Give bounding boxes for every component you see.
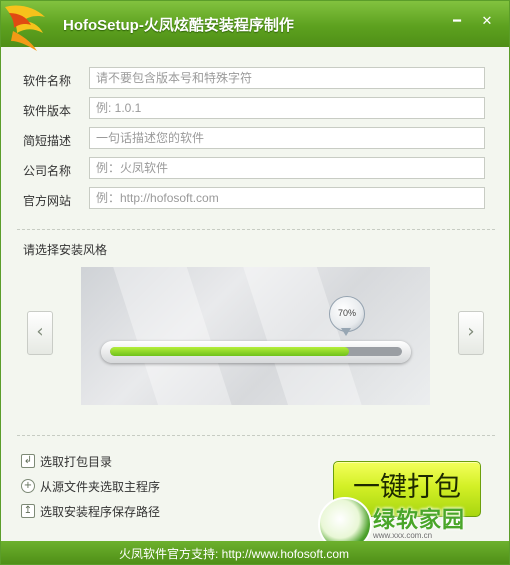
footer-support-link[interactable]: 火凤软件官方支持: http://www.hofosoft.com — [119, 545, 349, 562]
progress-fill — [110, 347, 350, 356]
select-package-dir-label: 选取打包目录 — [40, 455, 113, 469]
field-row-company-name: 公司名称 — [1, 155, 509, 185]
divider — [17, 435, 495, 436]
prev-style-button[interactable]: ‹ — [27, 311, 53, 355]
field-row-description: 简短描述 — [1, 125, 509, 155]
footer-bar: 火凤软件官方支持: http://www.hofosoft.com — [1, 541, 509, 564]
preview-highlight — [241, 267, 371, 405]
add-circle-icon: + — [21, 479, 35, 493]
install-style-label: 请选择安装风格 — [23, 243, 108, 257]
description-input[interactable] — [89, 127, 485, 149]
minimize-button[interactable]: ━ — [444, 12, 470, 32]
field-row-website: 官方网站 — [1, 185, 509, 215]
divider — [17, 229, 495, 230]
folder-icon: ↲ — [21, 454, 35, 468]
company-name-label: 公司名称 — [23, 164, 72, 178]
title-bar[interactable]: HofoSetup-火凤炫酷安装程序制作 ━ ✕ — [1, 1, 509, 51]
company-name-input[interactable] — [89, 157, 485, 179]
website-input[interactable] — [89, 187, 485, 209]
style-preview[interactable]: 70% — [81, 267, 430, 405]
progress-bubble-pointer — [341, 328, 351, 336]
preview-highlight — [111, 267, 241, 405]
watermark-url: www.xxx.com.cn — [373, 531, 433, 540]
software-version-label: 软件版本 — [23, 104, 72, 118]
field-row-software-version: 软件版本 — [1, 95, 509, 125]
save-icon: ↥ — [21, 504, 35, 518]
field-row-software-name: 软件名称 — [1, 65, 509, 95]
progress-track — [110, 347, 402, 356]
progress-percent-bubble: 70% — [329, 296, 365, 332]
app-window: HofoSetup-火凤炫酷安装程序制作 ━ ✕ 软件名称 软件版本 简短描述 … — [0, 0, 510, 565]
phoenix-logo-icon — [5, 5, 45, 51]
software-name-label: 软件名称 — [23, 74, 72, 88]
website-label: 官方网站 — [23, 194, 72, 208]
software-name-input[interactable] — [89, 67, 485, 89]
progress-bar — [101, 341, 411, 363]
select-save-path-label: 选取安装程序保存路径 — [40, 505, 161, 519]
next-style-button[interactable]: › — [458, 311, 484, 355]
select-main-program-label: 从源文件夹选取主程序 — [40, 480, 161, 494]
close-button[interactable]: ✕ — [474, 12, 500, 32]
description-label: 简短描述 — [23, 134, 72, 148]
software-version-input[interactable] — [89, 97, 485, 119]
window-title: HofoSetup-火凤炫酷安装程序制作 — [63, 17, 294, 34]
watermark-text: 绿软家园 — [373, 508, 466, 533]
